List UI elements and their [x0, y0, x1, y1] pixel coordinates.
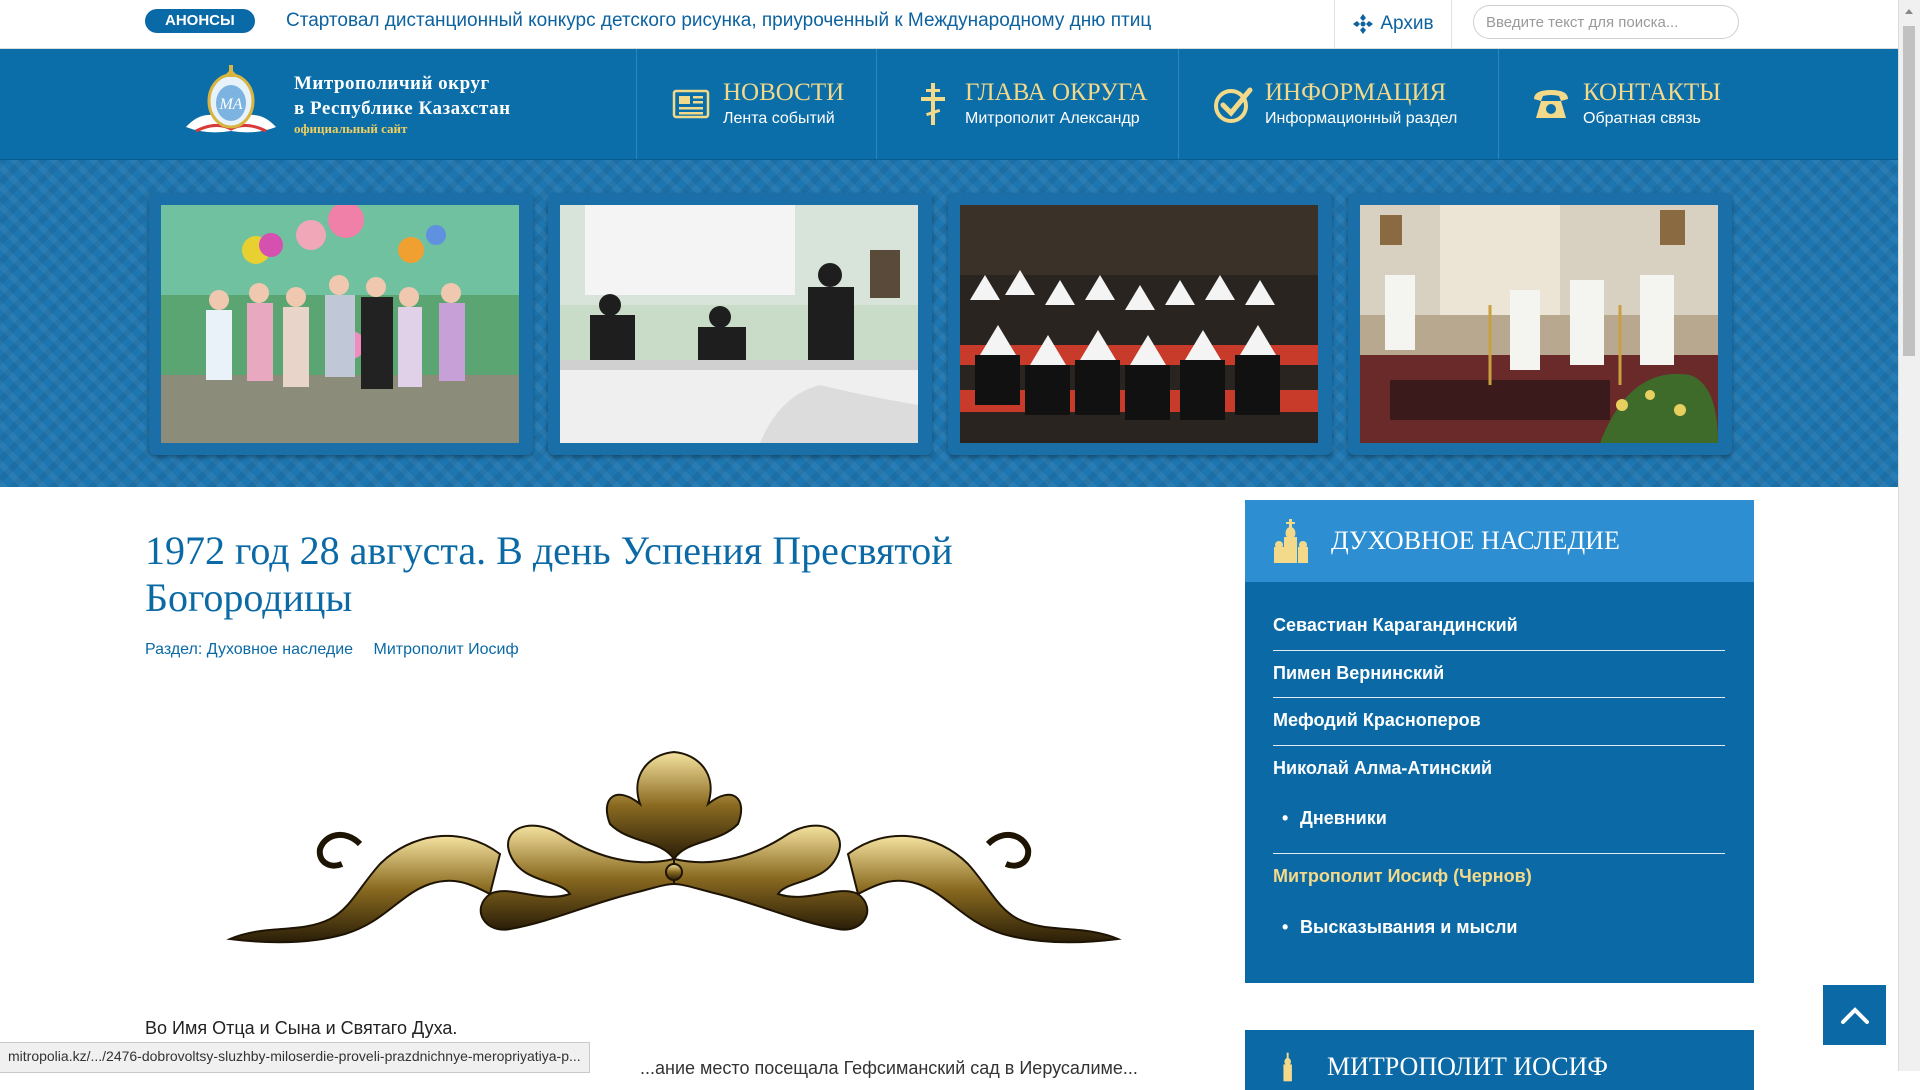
nav-item-head[interactable]: ГЛАВА ОКРУГА Митрополит Александр	[876, 49, 1177, 159]
search-input[interactable]	[1473, 5, 1739, 39]
newspaper-icon	[672, 89, 710, 119]
nav-item-contacts[interactable]: КОНТАКТЫ Обратная связь	[1498, 49, 1899, 159]
logo-line-1: Митрополичий округ	[294, 73, 490, 94]
sidebar-item-iosif-active[interactable]: Митрополит Иосиф (Чернов)	[1273, 866, 1725, 887]
sidebar-divider	[1273, 745, 1725, 746]
logo-text: Митрополичий округ в Республике Казахста…	[294, 71, 511, 137]
nav-news-title: НОВОСТИ	[723, 79, 845, 106]
logo-line-3: официальный сайт	[294, 121, 408, 136]
sidebar-divider	[1273, 853, 1725, 854]
church-icon	[1274, 519, 1308, 563]
sidebar-second-title: МИТРОПОЛИТ ИОСИФ	[1327, 1052, 1608, 1081]
photo-card[interactable]	[149, 193, 533, 455]
svg-text:MA: MA	[218, 96, 242, 113]
scroll-up-arrow-icon[interactable]	[1903, 4, 1915, 18]
photo-children-event[interactable]	[161, 205, 519, 443]
sidebar-item-nikolay[interactable]: Николай Алма-Атинский	[1273, 758, 1725, 779]
check-circle-icon	[1214, 87, 1253, 123]
sidebar-item-sevastian[interactable]: Севастиан Карагандинский	[1273, 615, 1725, 636]
sidebar-subitem-sayings[interactable]: Высказывания и мысли	[1282, 917, 1517, 938]
photo-card[interactable]	[948, 193, 1332, 455]
sidebar-divider	[1273, 650, 1725, 651]
photo-church-service[interactable]	[1360, 205, 1718, 443]
telephone-icon	[1534, 90, 1568, 118]
announcement-ticker[interactable]: Стартовал дистанционный конкурс детского…	[286, 9, 1151, 33]
photo-banner	[0, 160, 1898, 487]
sidebar-spiritual-heritage: ДУХОВНОЕ НАСЛЕДИЕ Севастиан Карагандинск…	[1245, 500, 1754, 983]
nav-news-subtitle: Лента событий	[723, 110, 835, 127]
article-paragraph: Во Имя Отца и Сына и Святаго Духа.	[145, 1018, 458, 1038]
nav-head-title: ГЛАВА ОКРУГА	[965, 79, 1148, 106]
article-paragraph-cut: ...ание место посещала Гефсиманский сад …	[640, 1058, 1138, 1078]
site-logo[interactable]: MA Митрополичий округ в Республике Казах…	[176, 63, 556, 145]
article-author-link[interactable]: Митрополит Иосиф	[374, 641, 519, 658]
sidebar-divider	[1273, 697, 1725, 698]
photo-card[interactable]	[548, 193, 932, 455]
sidebar-metropolitan-iosif: МИТРОПОЛИТ ИОСИФ	[1245, 1030, 1754, 1090]
nav-contacts-subtitle: Обратная связь	[1583, 110, 1701, 127]
archive-link[interactable]: Архив	[1334, 0, 1452, 48]
scrollbar-thumb[interactable]	[1903, 26, 1915, 356]
article-title: 1972 год 28 августа. В день Успения Прес…	[145, 528, 953, 620]
nav-info-subtitle: Информационный раздел	[1265, 110, 1458, 127]
back-to-top-button[interactable]	[1823, 985, 1886, 1045]
photo-clergy-assembly[interactable]	[960, 205, 1318, 443]
nav-info-title: ИНФОРМАЦИЯ	[1265, 79, 1447, 106]
gold-ornament-image	[226, 750, 1122, 944]
metropolitan-emblem-icon: MA	[186, 65, 276, 133]
ornament-cross-icon	[1353, 14, 1374, 34]
article-section-link[interactable]: Раздел: Духовное наследие	[145, 641, 353, 658]
archive-label: Архив	[1380, 13, 1434, 34]
browser-status-url: mitropolia.kz/.../2476-dobrovoltsy-sluzh…	[0, 1042, 590, 1073]
photo-card[interactable]	[1348, 193, 1732, 455]
nav-head-subtitle: Митрополит Александр	[965, 110, 1140, 127]
sidebar-title: ДУХОВНОЕ НАСЛЕДИЕ	[1331, 526, 1620, 555]
sidebar-item-mefodiy[interactable]: Мефодий Красноперов	[1273, 710, 1725, 731]
article-meta: Раздел: Духовное наследие Митрополит Иос…	[145, 641, 535, 659]
sidebar-subitem-diaries[interactable]: Дневники	[1282, 808, 1387, 829]
sidebar-header: ДУХОВНОЕ НАСЛЕДИЕ	[1245, 500, 1754, 582]
chevron-up-icon	[1840, 1007, 1869, 1024]
nav-item-news[interactable]: НОВОСТИ Лента событий	[636, 49, 875, 159]
top-bar: АНОНСЫ Стартовал дистанционный конкурс д…	[0, 0, 1898, 49]
main-navigation: MA Митрополичий округ в Республике Казах…	[0, 49, 1898, 160]
announcements-badge[interactable]: АНОНСЫ	[145, 9, 255, 33]
orthodox-cross-icon	[921, 83, 945, 125]
sidebar-item-pimen[interactable]: Пимен Вернинский	[1273, 663, 1725, 684]
photo-conference[interactable]	[560, 205, 918, 443]
logo-line-2: в Республике Казахстан	[294, 98, 511, 119]
nav-contacts-title: КОНТАКТЫ	[1583, 79, 1721, 106]
church-icon	[1283, 1052, 1292, 1082]
nav-item-info[interactable]: ИНФОРМАЦИЯ Информационный раздел	[1178, 49, 1497, 159]
